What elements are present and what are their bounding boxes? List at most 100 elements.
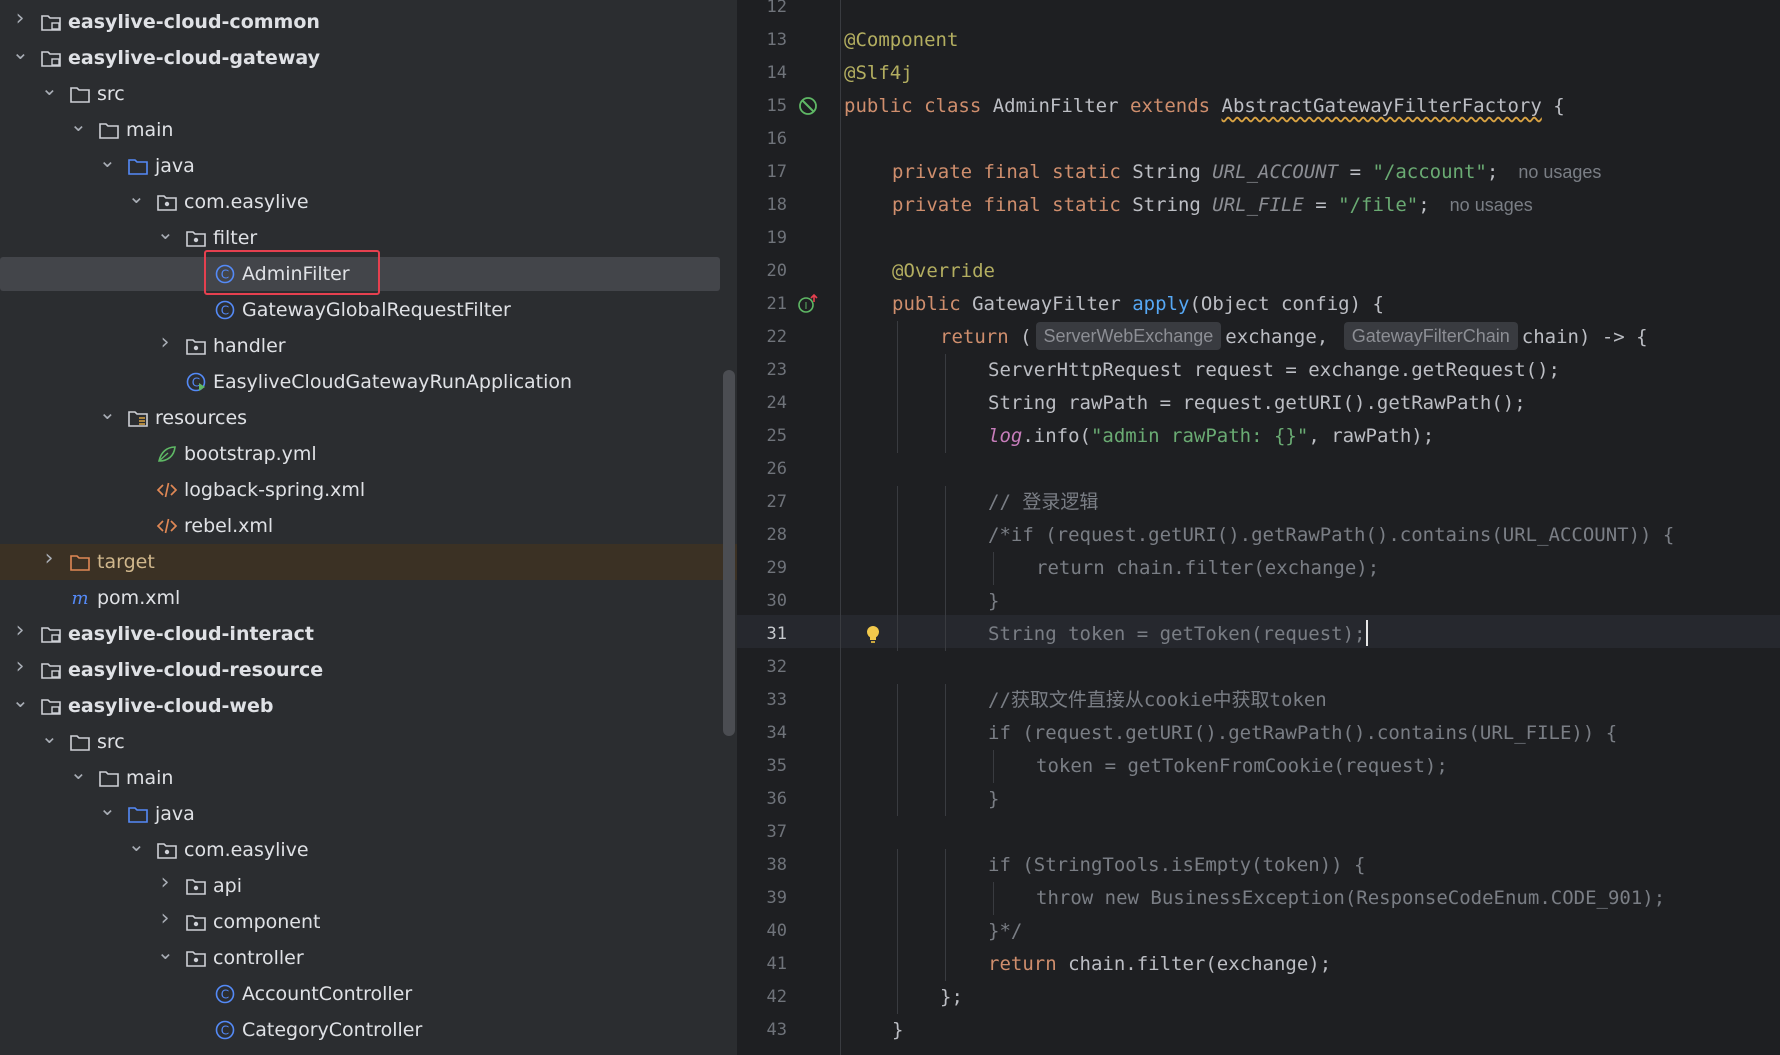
code-line-39[interactable]: 39 throw new BusinessException(ResponseCo… xyxy=(737,882,1780,915)
code-text[interactable]: ServerHttpRequest request = exchange.get… xyxy=(988,354,1560,387)
chevron-down-icon[interactable]: ⌄ xyxy=(99,402,116,422)
chevron-right-icon[interactable]: › xyxy=(12,8,28,30)
code-text[interactable]: } xyxy=(988,783,999,816)
chevron-down-icon[interactable]: ⌄ xyxy=(70,114,87,134)
no-bean-icon[interactable] xyxy=(797,95,819,117)
chevron-down-icon[interactable]: ⌄ xyxy=(41,726,58,746)
chevron-down-icon[interactable]: ⌄ xyxy=(128,834,145,854)
tree-row-rebel-xml[interactable]: rebel.xml xyxy=(0,508,737,544)
code-line-18[interactable]: 18 private final static String URL_FILE =… xyxy=(737,189,1780,222)
chevron-down-icon[interactable]: ⌄ xyxy=(128,186,145,206)
tree-row-com-easylive[interactable]: ⌄ com.easylive xyxy=(0,184,737,220)
code-line-17[interactable]: 17 private final static String URL_ACCOUN… xyxy=(737,156,1780,189)
code-line-28[interactable]: 28 /*if (request.getURI().getRawPath().co… xyxy=(737,519,1780,552)
tree-row-resources[interactable]: ⌄ resources xyxy=(0,400,737,436)
chevron-down-icon[interactable]: ⌄ xyxy=(12,690,29,710)
code-text[interactable]: public GatewayFilter apply(Object config… xyxy=(892,288,1384,321)
tree-row-src[interactable]: ⌄ src xyxy=(0,76,737,112)
chevron-right-icon[interactable]: › xyxy=(157,872,173,894)
code-line-38[interactable]: 38 if (StringTools.isEmpty(token)) { xyxy=(737,849,1780,882)
code-text[interactable]: @Component xyxy=(844,24,958,57)
tree-row-java[interactable]: ⌄ java xyxy=(0,148,737,184)
code-text[interactable]: if (request.getURI().getRawPath().contai… xyxy=(988,717,1617,750)
bulb-icon[interactable] xyxy=(862,623,884,645)
code-line-30[interactable]: 30} xyxy=(737,585,1780,618)
code-line-31[interactable]: 31 String token = getToken(request); xyxy=(737,618,1780,651)
chevron-down-icon[interactable]: ⌄ xyxy=(12,42,29,62)
code-line-20[interactable]: 20 @Override xyxy=(737,255,1780,288)
tree-row-api[interactable]: › api xyxy=(0,868,737,904)
code-text[interactable]: private final static String URL_FILE = "… xyxy=(892,189,1533,222)
tree-row-easylivecloudgatewayrunapplication[interactable]: C EasyliveCloudGatewayRunApplication xyxy=(0,364,737,400)
code-line-25[interactable]: 25 log.info("admin rawPath: {}", rawPath)… xyxy=(737,420,1780,453)
code-line-12[interactable]: 12 xyxy=(737,0,1780,24)
code-line-26[interactable]: 26 xyxy=(737,453,1780,486)
chevron-right-icon[interactable]: › xyxy=(157,332,173,354)
code-text[interactable]: String token = getToken(request); xyxy=(988,618,1368,651)
code-line-35[interactable]: 35 token = getTokenFromCookie(request); xyxy=(737,750,1780,783)
code-editor[interactable]: 12 13 @Component 14 @Slf4j 15 public class Ad… xyxy=(737,0,1780,1055)
code-line-42[interactable]: 42}; xyxy=(737,981,1780,1014)
code-line-16[interactable]: 16 xyxy=(737,123,1780,156)
code-line-43[interactable]: 43} xyxy=(737,1014,1780,1047)
code-text[interactable]: return chain.filter(exchange); xyxy=(1036,552,1379,585)
code-line-32[interactable]: 32 xyxy=(737,651,1780,684)
code-line-22[interactable]: 22 return (ServerWebExchange exchange, Gat… xyxy=(737,321,1780,354)
tree-row-categorycontroller[interactable]: C CategoryController xyxy=(0,1012,737,1048)
code-line-23[interactable]: 23 ServerHttpRequest request = exchange.g… xyxy=(737,354,1780,387)
tree-row-handler[interactable]: › handler xyxy=(0,328,737,364)
code-line-33[interactable]: 33 //获取文件直接从cookie中获取token xyxy=(737,684,1780,717)
chevron-down-icon[interactable]: ⌄ xyxy=(157,942,174,962)
code-text[interactable]: /*if (request.getURI().getRawPath().cont… xyxy=(988,519,1674,552)
tree-row-logback-spring-xml[interactable]: logback-spring.xml xyxy=(0,472,737,508)
code-text[interactable]: } xyxy=(988,585,999,618)
code-text[interactable]: // 登录逻辑 xyxy=(988,486,1098,519)
chevron-down-icon[interactable]: ⌄ xyxy=(99,798,116,818)
tree-row-pom-xml[interactable]: m pom.xml xyxy=(0,580,737,616)
tree-row-accountcontroller[interactable]: C AccountController xyxy=(0,976,737,1012)
tree-row-main[interactable]: ⌄ main xyxy=(0,112,737,148)
chevron-down-icon[interactable]: ⌄ xyxy=(99,150,116,170)
project-tree[interactable]: › easylive-cloud-common ⌄ easylive-cloud-… xyxy=(0,0,737,1055)
code-line-34[interactable]: 34 if (request.getURI().getRawPath().cont… xyxy=(737,717,1780,750)
tree-row-easylive-cloud-common[interactable]: › easylive-cloud-common xyxy=(0,4,737,40)
chevron-down-icon[interactable]: ⌄ xyxy=(70,762,87,782)
code-text[interactable]: return chain.filter(exchange); xyxy=(988,948,1331,981)
code-line-27[interactable]: 27 // 登录逻辑 xyxy=(737,486,1780,519)
tree-row-easylive-cloud-resource[interactable]: › easylive-cloud-resource xyxy=(0,652,737,688)
tree-row-com-easylive[interactable]: ⌄ com.easylive xyxy=(0,832,737,868)
code-text[interactable]: @Slf4j xyxy=(844,57,913,90)
code-text[interactable]: public class AdminFilter extends Abstrac… xyxy=(844,90,1565,123)
code-line-37[interactable]: 37 xyxy=(737,816,1780,849)
code-line-14[interactable]: 14 @Slf4j xyxy=(737,57,1780,90)
code-text[interactable]: @Override xyxy=(892,255,995,288)
tree-row-easylive-cloud-web[interactable]: ⌄ easylive-cloud-web xyxy=(0,688,737,724)
chevron-right-icon[interactable]: › xyxy=(157,908,173,930)
chevron-down-icon[interactable]: ⌄ xyxy=(157,222,174,242)
code-text[interactable]: private final static String URL_ACCOUNT … xyxy=(892,156,1601,189)
tree-row-src[interactable]: ⌄ src xyxy=(0,724,737,760)
code-text[interactable]: return (ServerWebExchange exchange, Gatew… xyxy=(940,321,1648,354)
code-line-40[interactable]: 40}*/ xyxy=(737,915,1780,948)
code-line-36[interactable]: 36} xyxy=(737,783,1780,816)
tree-row-easylive-cloud-gateway[interactable]: ⌄ easylive-cloud-gateway xyxy=(0,40,737,76)
tree-row-easylive-cloud-interact[interactable]: › easylive-cloud-interact xyxy=(0,616,737,652)
code-line-21[interactable]: 21 I public GatewayFilter apply(Object c… xyxy=(737,288,1780,321)
tree-scrollbar[interactable] xyxy=(723,370,735,736)
code-line-13[interactable]: 13 @Component xyxy=(737,24,1780,57)
tree-row-controller[interactable]: ⌄ controller xyxy=(0,940,737,976)
code-text[interactable]: //获取文件直接从cookie中获取token xyxy=(988,684,1327,717)
chevron-right-icon[interactable]: › xyxy=(41,548,57,570)
code-text[interactable]: log.info("admin rawPath: {}", rawPath); xyxy=(988,420,1434,453)
code-text[interactable]: String rawPath = request.getURI().getRaw… xyxy=(988,387,1526,420)
code-line-41[interactable]: 41 return chain.filter(exchange); xyxy=(737,948,1780,981)
code-line-29[interactable]: 29 return chain.filter(exchange); xyxy=(737,552,1780,585)
chevron-down-icon[interactable]: ⌄ xyxy=(41,78,58,98)
tree-row-component[interactable]: › component xyxy=(0,904,737,940)
code-text[interactable]: throw new BusinessException(ResponseCode… xyxy=(1036,882,1665,915)
code-text[interactable]: }; xyxy=(940,981,963,1014)
code-text[interactable]: if (StringTools.isEmpty(token)) { xyxy=(988,849,1366,882)
chevron-right-icon[interactable]: › xyxy=(12,656,28,678)
code-text[interactable]: }*/ xyxy=(988,915,1022,948)
code-text[interactable]: token = getTokenFromCookie(request); xyxy=(1036,750,1448,783)
